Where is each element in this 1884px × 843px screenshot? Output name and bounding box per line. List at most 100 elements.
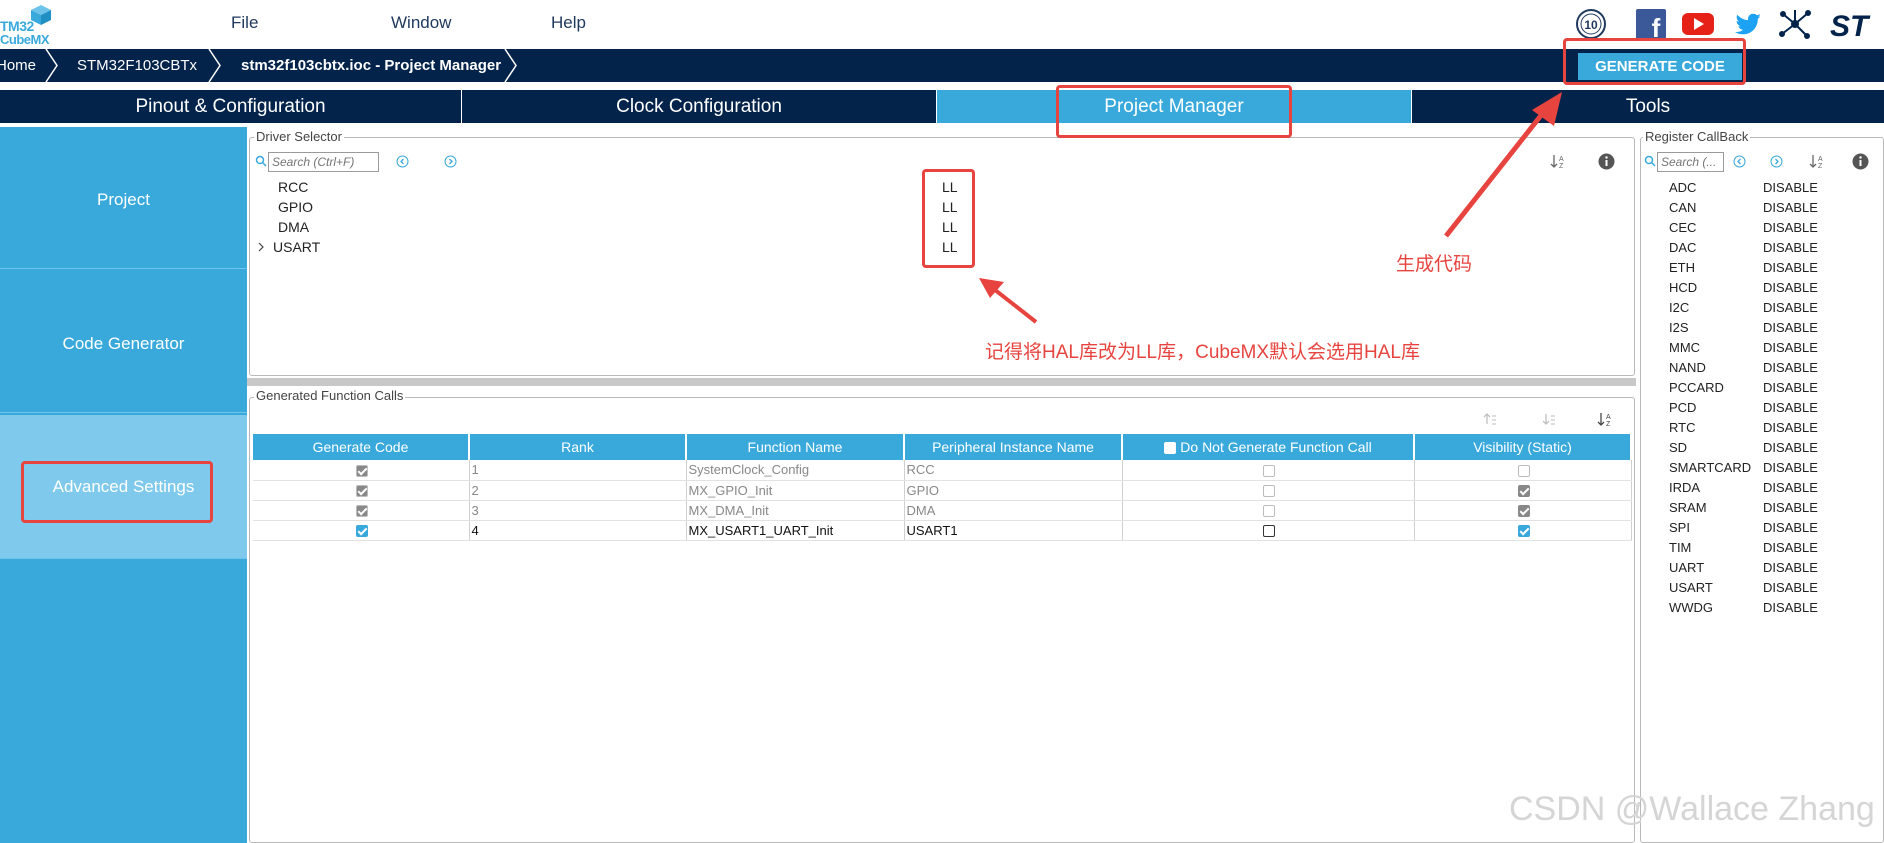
callback-value-select[interactable]: DISABLE: [1763, 200, 1818, 215]
tab-pinout-configuration[interactable]: Pinout & Configuration: [0, 90, 462, 123]
menu-file[interactable]: File: [231, 13, 258, 33]
callback-value-select[interactable]: DISABLE: [1763, 420, 1818, 435]
register-callback-search-input[interactable]: [1657, 152, 1724, 172]
callback-name: CAN: [1669, 200, 1697, 215]
generate-code-checkbox[interactable]: [355, 525, 368, 538]
rank-cell: 1: [469, 460, 687, 481]
callback-name: USART: [1669, 580, 1713, 595]
do-not-generate-checkbox[interactable]: [1263, 485, 1275, 498]
column-header[interactable]: Peripheral Instance Name: [904, 434, 1123, 460]
info-icon[interactable]: [1598, 153, 1615, 170]
menu-help[interactable]: Help: [551, 13, 586, 33]
callback-value-select[interactable]: DISABLE: [1763, 540, 1818, 555]
facebook-icon[interactable]: f: [1634, 8, 1668, 40]
svg-text:A: A: [1606, 414, 1611, 421]
do-not-generate-checkbox[interactable]: [1263, 505, 1275, 518]
search-next-icon[interactable]: [444, 155, 457, 168]
generate-code-checkbox: [355, 485, 368, 498]
sidebar-item-code-generator[interactable]: Code Generator: [0, 271, 247, 413]
visibility-static-checkbox[interactable]: [1517, 505, 1530, 518]
search-icon: [255, 155, 267, 167]
anniversary-badge-icon[interactable]: 10: [1574, 8, 1608, 40]
stm32cubemx-logo: TM32 CubeMX: [0, 2, 60, 47]
generate-code-highlight: [1563, 38, 1746, 85]
sort-icon[interactable]: AZ: [1597, 411, 1613, 427]
breadcrumb-chevron-icon: [208, 49, 221, 82]
table-row[interactable]: 4 MX_USART1_UART_Init USART1: [253, 520, 1632, 541]
table-row[interactable]: 3 MX_DMA_Init DMA: [253, 500, 1632, 521]
callback-value-select[interactable]: DISABLE: [1763, 480, 1818, 495]
callback-name: NAND: [1669, 360, 1706, 375]
do-not-generate-checkbox[interactable]: [1263, 525, 1275, 538]
column-header[interactable]: Generate Code: [253, 434, 470, 460]
callback-value-select[interactable]: DISABLE: [1763, 460, 1818, 475]
callback-name: I2S: [1669, 320, 1689, 335]
callback-value-select[interactable]: DISABLE: [1763, 220, 1818, 235]
callback-value-select[interactable]: DISABLE: [1763, 580, 1818, 595]
st-logo-icon[interactable]: ST: [1828, 8, 1884, 40]
do-not-generate-all-checkbox[interactable]: [1164, 442, 1177, 455]
panel-splitter[interactable]: [247, 378, 1636, 386]
tab-clock-configuration[interactable]: Clock Configuration: [462, 90, 937, 123]
breadcrumb-home[interactable]: Home: [0, 49, 36, 82]
main-tabs: Pinout & Configuration Clock Configurati…: [0, 90, 1884, 123]
menu-window[interactable]: Window: [391, 13, 451, 33]
sidebar-item-label: Project: [97, 190, 150, 209]
annotation-arrow-icon: [1444, 92, 1562, 238]
callback-name: I2C: [1669, 300, 1690, 315]
instance-name-cell: DMA: [904, 500, 1123, 521]
table-row[interactable]: 2 MX_GPIO_Init GPIO: [253, 480, 1632, 501]
move-up-icon[interactable]: [1483, 412, 1497, 426]
breadcrumb-project[interactable]: stm32f103cbtx.ioc - Project Manager: [241, 49, 501, 82]
callback-value-select[interactable]: DISABLE: [1763, 180, 1818, 195]
svg-text:Z: Z: [1606, 421, 1611, 427]
table-row[interactable]: 1 SystemClock_Config RCC: [253, 460, 1632, 481]
callback-name: SD: [1669, 440, 1688, 455]
breadcrumb-chevron-icon: [504, 49, 517, 82]
function-calls-table: Generate Code Rank Function Name Periphe…: [253, 434, 1632, 541]
callback-name: RTC: [1669, 420, 1696, 435]
visibility-static-checkbox[interactable]: [1517, 485, 1530, 498]
callback-value-select[interactable]: DISABLE: [1763, 320, 1818, 335]
callback-name: SPI: [1669, 520, 1690, 535]
info-icon[interactable]: [1852, 153, 1869, 170]
callback-value-select[interactable]: DISABLE: [1763, 600, 1818, 615]
callback-value-select[interactable]: DISABLE: [1763, 520, 1818, 535]
visibility-static-checkbox[interactable]: [1517, 525, 1530, 538]
search-previous-icon[interactable]: [1733, 155, 1746, 168]
callback-name: ETH: [1669, 260, 1695, 275]
column-header[interactable]: Visibility (Static): [1414, 434, 1632, 460]
youtube-icon[interactable]: [1681, 8, 1715, 40]
twitter-icon[interactable]: [1731, 8, 1765, 40]
move-down-icon[interactable]: [1542, 412, 1556, 426]
callback-value-select[interactable]: DISABLE: [1763, 440, 1818, 455]
breadcrumb-mcu[interactable]: STM32F103CBTx: [77, 49, 197, 82]
callback-value-select[interactable]: DISABLE: [1763, 240, 1818, 255]
sort-icon[interactable]: AZ: [1809, 153, 1825, 169]
column-header[interactable]: Do Not Generate Function Call: [1122, 434, 1415, 460]
callback-value-select[interactable]: DISABLE: [1763, 300, 1818, 315]
column-header[interactable]: Function Name: [686, 434, 905, 460]
callback-value-select[interactable]: DISABLE: [1763, 500, 1818, 515]
expand-chevron-icon[interactable]: [257, 242, 265, 252]
do-not-generate-checkbox[interactable]: [1263, 464, 1275, 477]
callback-value-select[interactable]: DISABLE: [1763, 340, 1818, 355]
search-next-icon[interactable]: [1770, 155, 1783, 168]
callback-value-select[interactable]: DISABLE: [1763, 560, 1818, 575]
callback-value-select[interactable]: DISABLE: [1763, 280, 1818, 295]
driver-search-input[interactable]: [268, 152, 379, 172]
callback-value-select[interactable]: DISABLE: [1763, 360, 1818, 375]
svg-text:10: 10: [1584, 18, 1598, 32]
driver-values-highlight: [922, 169, 975, 268]
callback-value-select[interactable]: DISABLE: [1763, 380, 1818, 395]
search-previous-icon[interactable]: [396, 155, 409, 168]
visibility-static-checkbox[interactable]: [1517, 464, 1530, 477]
svg-text:ST: ST: [1830, 10, 1871, 40]
column-header[interactable]: Rank: [469, 434, 687, 460]
callback-value-select[interactable]: DISABLE: [1763, 260, 1818, 275]
network-share-icon[interactable]: [1778, 8, 1812, 40]
instance-name-cell: USART1: [904, 520, 1123, 541]
instance-name-cell: GPIO: [904, 480, 1123, 501]
callback-value-select[interactable]: DISABLE: [1763, 400, 1818, 415]
sidebar-item-project[interactable]: Project: [0, 127, 247, 269]
